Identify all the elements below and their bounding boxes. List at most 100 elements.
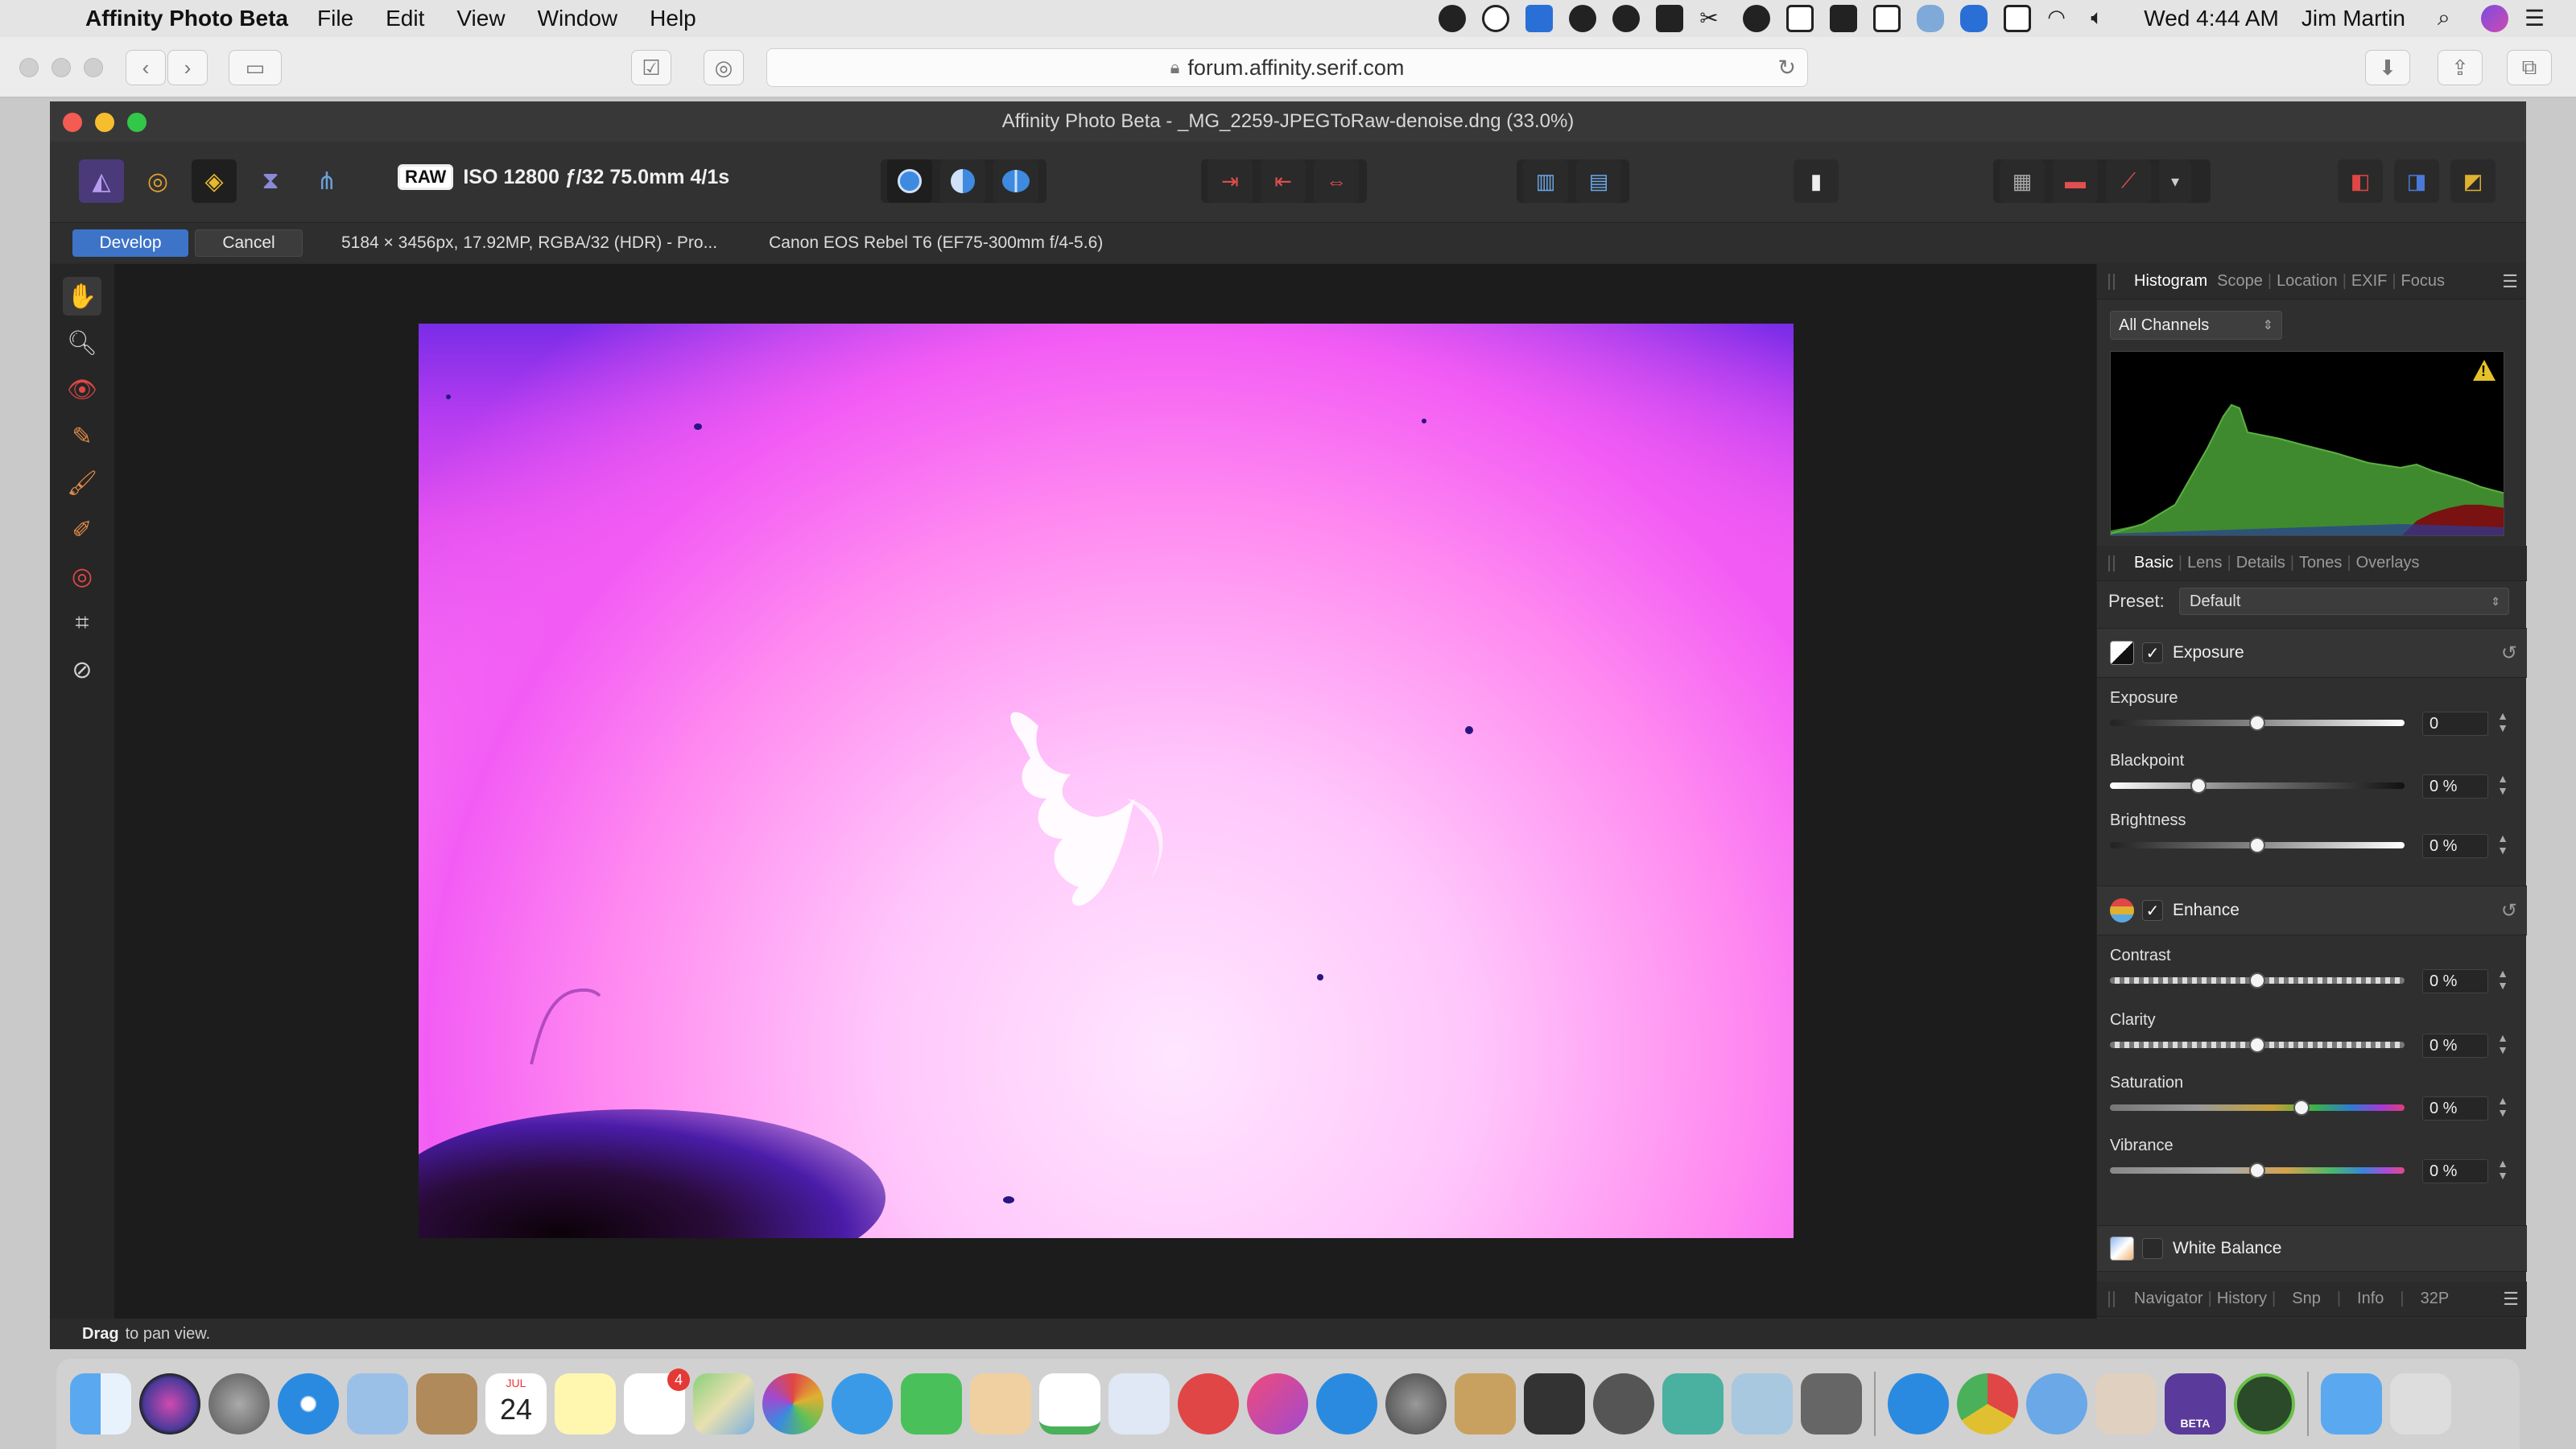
panel-grip-icon[interactable]	[2108, 555, 2115, 572]
wifi-icon[interactable]: ◠	[2047, 5, 2074, 32]
overlay-dropdown-icon[interactable]: ▾	[2159, 159, 2191, 203]
photos-icon[interactable]	[762, 1373, 824, 1435]
slider-value-field[interactable]: 0 %	[2422, 1159, 2488, 1183]
creative-cloud-icon[interactable]	[1569, 5, 1597, 32]
white-balance-enable-checkbox[interactable]	[2142, 1238, 2163, 1259]
trash-icon[interactable]	[2390, 1373, 2451, 1435]
crop-tool-icon[interactable]: ⌗	[63, 604, 101, 642]
teamviewer-icon[interactable]	[1888, 1373, 1949, 1435]
menu-view[interactable]: View	[456, 6, 505, 31]
assistant-icon[interactable]: ◧	[2338, 159, 2383, 203]
slider-value-field[interactable]: 0	[2422, 712, 2488, 736]
tools-icon[interactable]: ✂	[1699, 5, 1727, 32]
stepper-icon[interactable]: ▲ ▼	[2495, 710, 2511, 734]
hand-tool-icon[interactable]: ✋	[63, 277, 101, 316]
tab-lens[interactable]: Lens	[2182, 554, 2227, 572]
slider-track[interactable]	[2110, 782, 2405, 789]
clipping-icon[interactable]: ▮	[1794, 159, 1839, 203]
white-balance-tool-icon[interactable]: ⊘	[63, 650, 101, 689]
slider-track[interactable]	[2110, 1104, 2405, 1111]
calendar-icon[interactable]: JUL 24	[485, 1373, 547, 1435]
numbers-icon[interactable]	[1039, 1373, 1100, 1435]
tab-location[interactable]: Location	[2272, 272, 2343, 291]
canvas-area[interactable]	[114, 264, 2096, 1319]
red-eye-tool-icon[interactable]: 👁︎	[63, 370, 101, 409]
chrome-icon[interactable]	[1957, 1373, 2018, 1435]
tab-basic[interactable]: Basic	[2129, 554, 2178, 572]
tab-scope[interactable]: Scope	[2212, 272, 2268, 291]
browser-minimize-button[interactable]	[52, 58, 71, 77]
network-app-icon[interactable]	[2026, 1373, 2087, 1435]
panel-grip-icon[interactable]	[2108, 1291, 2115, 1307]
menubar-clock[interactable]: Wed 4:44 AM	[2144, 6, 2279, 31]
reset-icon[interactable]: ↺	[2501, 899, 2517, 923]
mail-icon[interactable]	[347, 1373, 408, 1435]
single-view-icon[interactable]	[887, 159, 932, 203]
system-preferences-icon[interactable]	[1385, 1373, 1447, 1435]
tab-overlays[interactable]: Overlays	[2351, 554, 2425, 572]
stepper-icon[interactable]: ▲ ▼	[2495, 1158, 2511, 1182]
studio-icon[interactable]: ◨	[2394, 159, 2439, 203]
downloads-folder-icon[interactable]	[2321, 1373, 2382, 1435]
overlay-gradient-tool-icon[interactable]: ◎	[63, 557, 101, 596]
extension-check-icon[interactable]: ☑	[631, 50, 671, 85]
tone-mapping-persona-icon[interactable]: ⧗	[248, 159, 293, 203]
tab-details[interactable]: Details	[2231, 554, 2290, 572]
messages-icon[interactable]	[832, 1373, 893, 1435]
maps-icon[interactable]	[693, 1373, 754, 1435]
notification-center-icon[interactable]: ☰	[2524, 5, 2552, 32]
panel-grip-icon[interactable]	[2108, 274, 2115, 290]
photo-preview[interactable]	[419, 324, 1794, 1238]
home-icon[interactable]	[1873, 5, 1901, 32]
keynote-icon[interactable]	[1108, 1373, 1170, 1435]
export-persona-icon[interactable]: ⋔	[304, 159, 349, 203]
app-menu[interactable]: Affinity Photo Beta	[85, 6, 288, 31]
shadow-clipping-icon[interactable]: ▬	[2053, 159, 2098, 203]
window-minimize-button[interactable]	[95, 113, 114, 132]
spotlight-search-icon[interactable]: ⌕	[2438, 5, 2465, 32]
siri-icon[interactable]	[2481, 5, 2508, 32]
utility-app-icon[interactable]	[2095, 1373, 2157, 1435]
overlay-paint-tool-icon[interactable]: 🖌︎	[63, 464, 101, 502]
cancel-button[interactable]: Cancel	[195, 229, 303, 257]
slider-knob[interactable]	[2249, 1037, 2265, 1053]
airplay-icon[interactable]	[2004, 5, 2032, 32]
copy-left-icon[interactable]: ⇥	[1208, 159, 1253, 203]
graphics-app-icon[interactable]	[1524, 1373, 1585, 1435]
liquify-persona-icon[interactable]: ◎	[135, 159, 180, 203]
stepper-icon[interactable]: ▲ ▼	[2495, 968, 2511, 992]
copy-right-icon[interactable]: ⇤	[1261, 159, 1306, 203]
slider-knob[interactable]	[2293, 1100, 2310, 1116]
arrange-vertical-icon[interactable]: ▥	[1523, 159, 1568, 203]
tab-exif[interactable]: EXIF	[2347, 272, 2392, 291]
reminders-icon[interactable]: 4	[624, 1368, 690, 1435]
white-balance-section-header[interactable]: White Balance	[2097, 1225, 2527, 1272]
launchpad-icon[interactable]	[208, 1373, 270, 1435]
split-view-icon[interactable]	[940, 159, 985, 203]
menu-edit[interactable]: Edit	[386, 6, 424, 31]
slider-knob[interactable]	[2190, 778, 2207, 794]
tab-navigator[interactable]: Navigator	[2129, 1290, 2208, 1308]
menubar-user[interactable]: Jim Martin	[2301, 6, 2405, 31]
downloads-icon[interactable]: ⬇	[2365, 50, 2410, 85]
grid-icon[interactable]: ▦	[2000, 159, 2045, 203]
slider-value-field[interactable]: 0 %	[2422, 1034, 2488, 1058]
remote-desktop-icon[interactable]	[1732, 1373, 1793, 1435]
address-bar[interactable]: 🔒︎ forum.affinity.serif.com ↻	[766, 48, 1808, 87]
reset-icon[interactable]: ↺	[2501, 642, 2517, 665]
vpn-icon[interactable]	[1612, 5, 1641, 32]
slider-knob[interactable]	[2249, 1162, 2265, 1179]
archive-utility-icon[interactable]	[1455, 1373, 1516, 1435]
extension-icon[interactable]: ◎	[704, 50, 744, 85]
contacts-icon[interactable]	[416, 1373, 477, 1435]
mirror-view-icon[interactable]	[993, 159, 1038, 203]
stepper-icon[interactable]: ▲ ▼	[2495, 1095, 2511, 1119]
preview-icon[interactable]	[1593, 1373, 1654, 1435]
forward-button[interactable]: ›	[167, 50, 208, 85]
slider-value-field[interactable]: 0 %	[2422, 774, 2488, 799]
arrange-horizontal-icon[interactable]: ▤	[1576, 159, 1621, 203]
browser-close-button[interactable]	[19, 58, 39, 77]
siri-icon[interactable]	[139, 1373, 200, 1435]
photo-booth-icon[interactable]	[1801, 1373, 1862, 1435]
window-close-button[interactable]	[63, 113, 82, 132]
